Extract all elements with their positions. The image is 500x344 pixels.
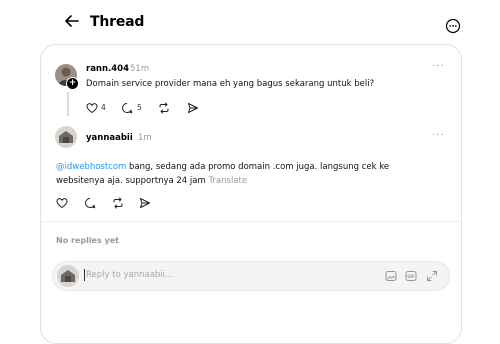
- section-divider: [40, 221, 462, 222]
- translate-link[interactable]: Translate: [208, 176, 247, 186]
- reply-time: 1m: [138, 133, 152, 143]
- post-text: Domain service provider mana eh yang bag…: [86, 79, 375, 89]
- post-time: 51m: [130, 64, 150, 74]
- thread-connector-line: [67, 92, 69, 116]
- more-circle-icon[interactable]: [445, 18, 461, 34]
- reply-more-icon[interactable]: ···: [432, 130, 445, 141]
- gif-icon[interactable]: GIF: [405, 270, 417, 282]
- avatar: [57, 265, 79, 287]
- like-count: 4: [101, 103, 106, 112]
- repost-icon[interactable]: [112, 197, 124, 209]
- image-icon[interactable]: [385, 270, 397, 282]
- comment-icon[interactable]: [121, 102, 133, 114]
- reply-text: @idwebhostcom bang, sedang ada promo dom…: [56, 160, 456, 188]
- send-icon[interactable]: [187, 102, 199, 114]
- no-replies-label: No replies yet: [56, 236, 119, 245]
- comment-icon[interactable]: [84, 197, 96, 209]
- arrow-left-icon[interactable]: [62, 11, 82, 31]
- post-username[interactable]: rann.404: [86, 64, 129, 74]
- reply-text-line2: websitenya aja. supportnya 24 jam: [56, 176, 206, 186]
- text-caret: [84, 269, 85, 281]
- send-icon[interactable]: [139, 197, 151, 209]
- post-more-icon[interactable]: ···: [432, 61, 445, 72]
- mention-link[interactable]: @idwebhostcom: [56, 162, 126, 172]
- reply-input[interactable]: Reply to yannaabii...: [86, 270, 173, 280]
- top-bar: Thread: [0, 0, 500, 46]
- comment-count: 5: [137, 103, 142, 112]
- avatar[interactable]: [55, 126, 77, 148]
- page-title: Thread: [90, 14, 145, 30]
- reply-username[interactable]: yannaabii: [86, 133, 133, 143]
- repost-icon[interactable]: [158, 102, 170, 114]
- heart-icon[interactable]: [86, 102, 98, 114]
- expand-icon[interactable]: [426, 270, 438, 282]
- follow-plus-icon[interactable]: +: [66, 77, 79, 90]
- svg-text:GIF: GIF: [407, 274, 415, 279]
- heart-icon[interactable]: [56, 197, 68, 209]
- reply-text-line1: bang, sedang ada promo domain .com juga.…: [126, 162, 390, 172]
